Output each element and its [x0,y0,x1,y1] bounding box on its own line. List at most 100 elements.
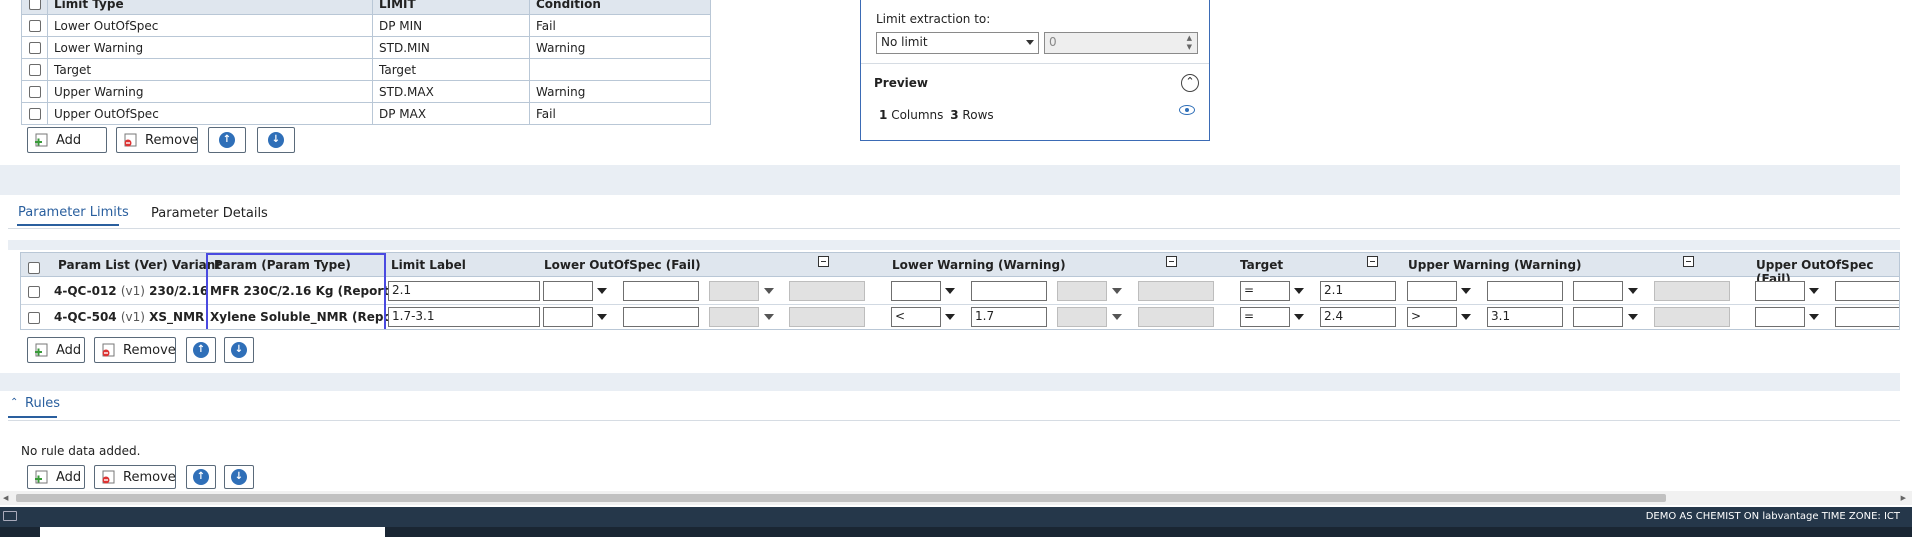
row-checkbox[interactable] [28,86,41,98]
upper-oos-operator[interactable] [1755,307,1805,327]
add-param-button[interactable]: Add [27,337,85,363]
row-checkbox[interactable] [28,285,40,298]
row-checkbox[interactable] [28,311,40,324]
move-up-button[interactable]: ↑ [186,465,216,489]
collapse-preview-button[interactable]: ⌃ [1181,74,1199,92]
table-row[interactable]: Upper Warning STD.MAX Warning [21,80,711,103]
eye-icon[interactable] [1179,105,1195,115]
collapse-target-icon[interactable] [1367,256,1378,267]
table-row[interactable]: Lower OutOfSpec DP MIN Fail [21,14,711,37]
header-limit-label[interactable]: Limit Label [391,258,466,272]
chevron-down-icon[interactable] [1625,307,1641,327]
lower-warning-operator[interactable]: < [891,307,941,327]
chevron-down-icon[interactable] [1458,281,1474,301]
lower-oos-op2 [709,281,759,301]
header-limit-type[interactable]: Limit Type [47,0,373,15]
target-value[interactable]: 2.4 [1320,307,1396,327]
target-operator[interactable]: = [1240,281,1290,301]
chevron-up-icon[interactable]: ⌃ [10,397,18,408]
collapse-lower-warning-icon[interactable] [1166,256,1177,267]
limit-extraction-select[interactable]: No limit [876,32,1039,54]
lower-warning-operator[interactable] [891,281,941,301]
scrollbar-thumb[interactable] [16,494,1666,502]
row-checkbox[interactable] [28,20,41,32]
move-down-button[interactable]: ↓ [257,127,295,153]
limits-table-header: Limit Type LIMIT Condition [21,0,711,15]
add-rule-button[interactable]: Add [27,465,85,489]
header-lower-oos[interactable]: Lower OutOfSpec (Fail) [544,258,701,272]
remove-rule-button[interactable]: Remove [94,465,176,489]
collapse-upper-warning-icon[interactable] [1683,256,1694,267]
upper-warning-operator[interactable] [1407,281,1457,301]
rows-count: 3 [950,108,959,122]
upper-warning-value[interactable]: 3.1 [1487,307,1563,327]
remove-limit-button[interactable]: Remove [116,127,198,153]
condition-cell: Fail [529,14,711,37]
move-up-button[interactable]: ↑ [208,127,246,153]
arrow-down-icon: ↓ [231,342,247,358]
chevron-down-icon[interactable] [594,307,610,327]
lower-oos-operator[interactable] [543,307,593,327]
scroll-left-icon[interactable]: ◀ [3,494,8,502]
upper-oos-value[interactable] [1835,307,1899,327]
row-checkbox[interactable] [28,108,41,120]
header-limit[interactable]: LIMIT [372,0,530,15]
row-checkbox[interactable] [28,64,41,76]
tab-parameter-limits[interactable]: Parameter Limits [18,205,129,220]
chevron-down-icon[interactable] [1291,281,1307,301]
chevron-down-icon[interactable] [1291,307,1307,327]
chevron-down-icon[interactable] [1458,307,1474,327]
horizontal-scrollbar[interactable]: ◀ ▶ [0,491,1912,505]
move-down-button[interactable]: ↓ [224,337,254,363]
limit-count-input[interactable]: 0 ▲ ▼ [1044,32,1198,54]
upper-warning-operator[interactable]: > [1407,307,1457,327]
table-row[interactable]: Target Target [21,58,711,81]
row-checkbox[interactable] [28,42,41,54]
chevron-down-icon[interactable] [594,281,610,301]
chat-icon[interactable] [3,511,17,521]
upper-warning-op2[interactable] [1573,307,1623,327]
limit-label-input[interactable]: 1.7-3.1 [388,307,540,327]
chevron-down-icon[interactable] [942,307,958,327]
chevron-down-icon[interactable] [1806,281,1822,301]
lower-oos-operator[interactable] [543,281,593,301]
upper-warning-op2[interactable] [1573,281,1623,301]
upper-oos-value[interactable] [1835,281,1899,301]
limit-extraction-label: Limit extraction to: [876,12,991,26]
upper-oos-operator[interactable] [1755,281,1805,301]
select-all-checkbox[interactable] [28,0,41,10]
move-down-button[interactable]: ↓ [224,465,254,489]
remove-param-button[interactable]: Remove [94,337,176,363]
rules-title[interactable]: Rules [25,396,60,411]
lower-warning-value[interactable] [971,281,1047,301]
table-row[interactable]: Upper OutOfSpec DP MAX Fail [21,102,711,125]
upper-warning-value[interactable] [1487,281,1563,301]
chevron-down-icon[interactable] [1806,307,1822,327]
lower-warning-value[interactable]: 1.7 [971,307,1047,327]
header-variant[interactable]: Param List (Ver) Variant [58,258,221,272]
lower-oos-value[interactable] [623,281,699,301]
spinner-icon[interactable]: ▲ ▼ [1187,34,1192,52]
header-target[interactable]: Target [1240,258,1283,272]
select-all-checkbox[interactable] [28,262,40,274]
remove-label: Remove [145,132,198,148]
header-condition[interactable]: Condition [529,0,711,15]
header-lower-warning[interactable]: Lower Warning (Warning) [892,258,1066,272]
lower-oos-value[interactable] [623,307,699,327]
chevron-down-icon[interactable] [1625,281,1641,301]
collapse-lower-oos-icon[interactable] [818,256,829,267]
target-value[interactable]: 2.1 [1320,281,1396,301]
scroll-right-icon[interactable]: ▶ [1901,494,1906,502]
tab-parameter-details[interactable]: Parameter Details [151,206,268,221]
move-up-button[interactable]: ↑ [186,337,216,363]
add-limit-button[interactable]: Add [27,127,107,153]
remove-label: Remove [123,469,176,485]
extraction-panel: Limit extraction to: No limit 0 ▲ ▼ Previ… [860,0,1210,141]
param-list-variant: 230/2.16 [149,284,209,298]
limit-label-input[interactable]: 2.1 [388,281,540,301]
target-operator[interactable]: = [1240,307,1290,327]
header-upper-warning[interactable]: Upper Warning (Warning) [1408,258,1582,272]
columns-label: Columns [891,108,944,122]
chevron-down-icon[interactable] [942,281,958,301]
table-row[interactable]: Lower Warning STD.MIN Warning [21,36,711,59]
